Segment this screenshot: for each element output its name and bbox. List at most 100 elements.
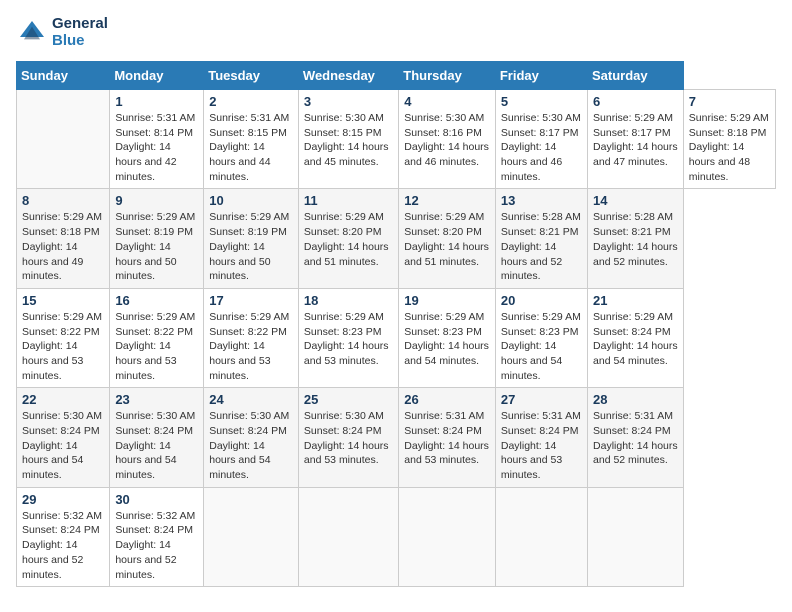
day-info: Sunrise: 5:29 AMSunset: 8:18 PMDaylight:… (22, 210, 104, 283)
day-info: Sunrise: 5:29 AMSunset: 8:20 PMDaylight:… (404, 210, 490, 269)
day-cell: 13 Sunrise: 5:28 AMSunset: 8:21 PMDayligh… (495, 189, 587, 288)
day-cell (588, 487, 684, 586)
day-info: Sunrise: 5:31 AMSunset: 8:24 PMDaylight:… (501, 409, 582, 482)
day-cell: 4 Sunrise: 5:30 AMSunset: 8:16 PMDaylight… (399, 90, 496, 189)
day-info: Sunrise: 5:31 AMSunset: 8:24 PMDaylight:… (593, 409, 678, 468)
day-number: 8 (22, 193, 104, 208)
day-cell: 23 Sunrise: 5:30 AMSunset: 8:24 PMDayligh… (110, 388, 204, 487)
day-cell: 18 Sunrise: 5:29 AMSunset: 8:23 PMDayligh… (298, 288, 398, 387)
header-cell-thursday: Thursday (399, 62, 496, 90)
day-cell: 30Sunrise: 5:32 AMSunset: 8:24 PMDayligh… (110, 487, 204, 586)
day-info: Sunrise: 5:31 AMSunset: 8:24 PMDaylight:… (404, 409, 490, 468)
day-cell: 6 Sunrise: 5:29 AMSunset: 8:17 PMDaylight… (588, 90, 684, 189)
day-info: Sunrise: 5:29 AMSunset: 8:23 PMDaylight:… (304, 310, 393, 369)
day-number: 21 (593, 293, 678, 308)
day-number: 24 (209, 392, 293, 407)
day-cell: 19Sunrise: 5:29 AMSunset: 8:23 PMDayligh… (399, 288, 496, 387)
day-number: 20 (501, 293, 582, 308)
header-cell-sunday: Sunday (17, 62, 110, 90)
day-cell: 7 Sunrise: 5:29 AMSunset: 8:18 PMDaylight… (683, 90, 775, 189)
day-info: Sunrise: 5:29 AMSunset: 8:23 PMDaylight:… (501, 310, 582, 383)
day-info: Sunrise: 5:30 AMSunset: 8:24 PMDaylight:… (115, 409, 198, 482)
day-number: 7 (689, 94, 770, 109)
day-cell (495, 487, 587, 586)
day-number: 3 (304, 94, 393, 109)
day-cell: 24 Sunrise: 5:30 AMSunset: 8:24 PMDayligh… (204, 388, 299, 487)
day-number: 19 (404, 293, 490, 308)
header-cell-saturday: Saturday (588, 62, 684, 90)
header-cell-friday: Friday (495, 62, 587, 90)
week-row-5: 29 Sunrise: 5:32 AMSunset: 8:24 PMDayligh… (17, 487, 776, 586)
day-number: 29 (22, 492, 104, 507)
week-row-4: 22 Sunrise: 5:30 AMSunset: 8:24 PMDayligh… (17, 388, 776, 487)
day-cell: 10 Sunrise: 5:29 AMSunset: 8:19 PMDayligh… (204, 189, 299, 288)
week-row-2: 8 Sunrise: 5:29 AMSunset: 8:18 PMDaylight… (17, 189, 776, 288)
header-cell-tuesday: Tuesday (204, 62, 299, 90)
day-number: 4 (404, 94, 490, 109)
day-number: 16 (115, 293, 198, 308)
day-number: 6 (593, 94, 678, 109)
day-cell (298, 487, 398, 586)
day-cell (17, 90, 110, 189)
day-number: 11 (304, 193, 393, 208)
day-info: Sunrise: 5:29 AMSunset: 8:19 PMDaylight:… (209, 210, 293, 283)
day-info: Sunrise: 5:30 AMSunset: 8:24 PMDaylight:… (22, 409, 104, 482)
day-number: 9 (115, 193, 198, 208)
day-number: 22 (22, 392, 104, 407)
header-cell-wednesday: Wednesday (298, 62, 398, 90)
day-number: 12 (404, 193, 490, 208)
day-cell (399, 487, 496, 586)
header-row: SundayMondayTuesdayWednesdayThursdayFrid… (17, 62, 776, 90)
day-cell: 14 Sunrise: 5:28 AMSunset: 8:21 PMDayligh… (588, 189, 684, 288)
day-number: 25 (304, 392, 393, 407)
day-cell (204, 487, 299, 586)
header-cell-monday: Monday (110, 62, 204, 90)
logo-text: General Blue (52, 16, 108, 49)
day-info: Sunrise: 5:31 AMSunset: 8:14 PMDaylight:… (115, 111, 198, 184)
day-info: Sunrise: 5:29 AMSunset: 8:19 PMDaylight:… (115, 210, 198, 283)
day-number: 1 (115, 94, 198, 109)
day-cell: 25 Sunrise: 5:30 AMSunset: 8:24 PMDayligh… (298, 388, 398, 487)
day-number: 18 (304, 293, 393, 308)
day-info: Sunrise: 5:29 AMSunset: 8:20 PMDaylight:… (304, 210, 393, 269)
week-row-3: 15 Sunrise: 5:29 AMSunset: 8:22 PMDayligh… (17, 288, 776, 387)
day-cell: 26 Sunrise: 5:31 AMSunset: 8:24 PMDayligh… (399, 388, 496, 487)
day-cell: 29 Sunrise: 5:32 AMSunset: 8:24 PMDayligh… (17, 487, 110, 586)
day-cell: 3Sunrise: 5:30 AMSunset: 8:15 PMDaylight… (298, 90, 398, 189)
day-cell: 27 Sunrise: 5:31 AMSunset: 8:24 PMDayligh… (495, 388, 587, 487)
day-cell: 21Sunrise: 5:29 AMSunset: 8:24 PMDayligh… (588, 288, 684, 387)
day-info: Sunrise: 5:32 AMSunset: 8:24 PMDaylight:… (22, 509, 104, 582)
day-cell: 1 Sunrise: 5:31 AMSunset: 8:14 PMDaylight… (110, 90, 204, 189)
day-cell: 17Sunrise: 5:29 AMSunset: 8:22 PMDayligh… (204, 288, 299, 387)
day-number: 23 (115, 392, 198, 407)
day-cell: 22 Sunrise: 5:30 AMSunset: 8:24 PMDayligh… (17, 388, 110, 487)
day-number: 2 (209, 94, 293, 109)
day-cell: 11 Sunrise: 5:29 AMSunset: 8:20 PMDayligh… (298, 189, 398, 288)
logo-icon (16, 17, 48, 49)
day-number: 10 (209, 193, 293, 208)
day-info: Sunrise: 5:29 AMSunset: 8:17 PMDaylight:… (593, 111, 678, 170)
day-info: Sunrise: 5:32 AMSunset: 8:24 PMDaylight:… (115, 509, 198, 582)
day-cell: 16 Sunrise: 5:29 AMSunset: 8:22 PMDayligh… (110, 288, 204, 387)
day-info: Sunrise: 5:30 AMSunset: 8:24 PMDaylight:… (209, 409, 293, 482)
day-cell: 9 Sunrise: 5:29 AMSunset: 8:19 PMDaylight… (110, 189, 204, 288)
day-number: 13 (501, 193, 582, 208)
day-cell: 5Sunrise: 5:30 AMSunset: 8:17 PMDaylight… (495, 90, 587, 189)
day-number: 17 (209, 293, 293, 308)
day-info: Sunrise: 5:28 AMSunset: 8:21 PMDaylight:… (593, 210, 678, 269)
day-info: Sunrise: 5:30 AMSunset: 8:16 PMDaylight:… (404, 111, 490, 170)
day-info: Sunrise: 5:29 AMSunset: 8:18 PMDaylight:… (689, 111, 770, 184)
day-cell: 15Sunrise: 5:29 AMSunset: 8:22 PMDayligh… (17, 288, 110, 387)
day-number: 28 (593, 392, 678, 407)
day-info: Sunrise: 5:29 AMSunset: 8:22 PMDaylight:… (115, 310, 198, 383)
logo: General Blue (16, 16, 108, 49)
day-info: Sunrise: 5:28 AMSunset: 8:21 PMDaylight:… (501, 210, 582, 283)
day-number: 14 (593, 193, 678, 208)
day-number: 26 (404, 392, 490, 407)
day-number: 15 (22, 293, 104, 308)
week-row-1: 1 Sunrise: 5:31 AMSunset: 8:14 PMDaylight… (17, 90, 776, 189)
day-info: Sunrise: 5:30 AMSunset: 8:17 PMDaylight:… (501, 111, 582, 184)
page-header: General Blue (16, 16, 776, 49)
day-number: 27 (501, 392, 582, 407)
day-info: Sunrise: 5:30 AMSunset: 8:24 PMDaylight:… (304, 409, 393, 468)
